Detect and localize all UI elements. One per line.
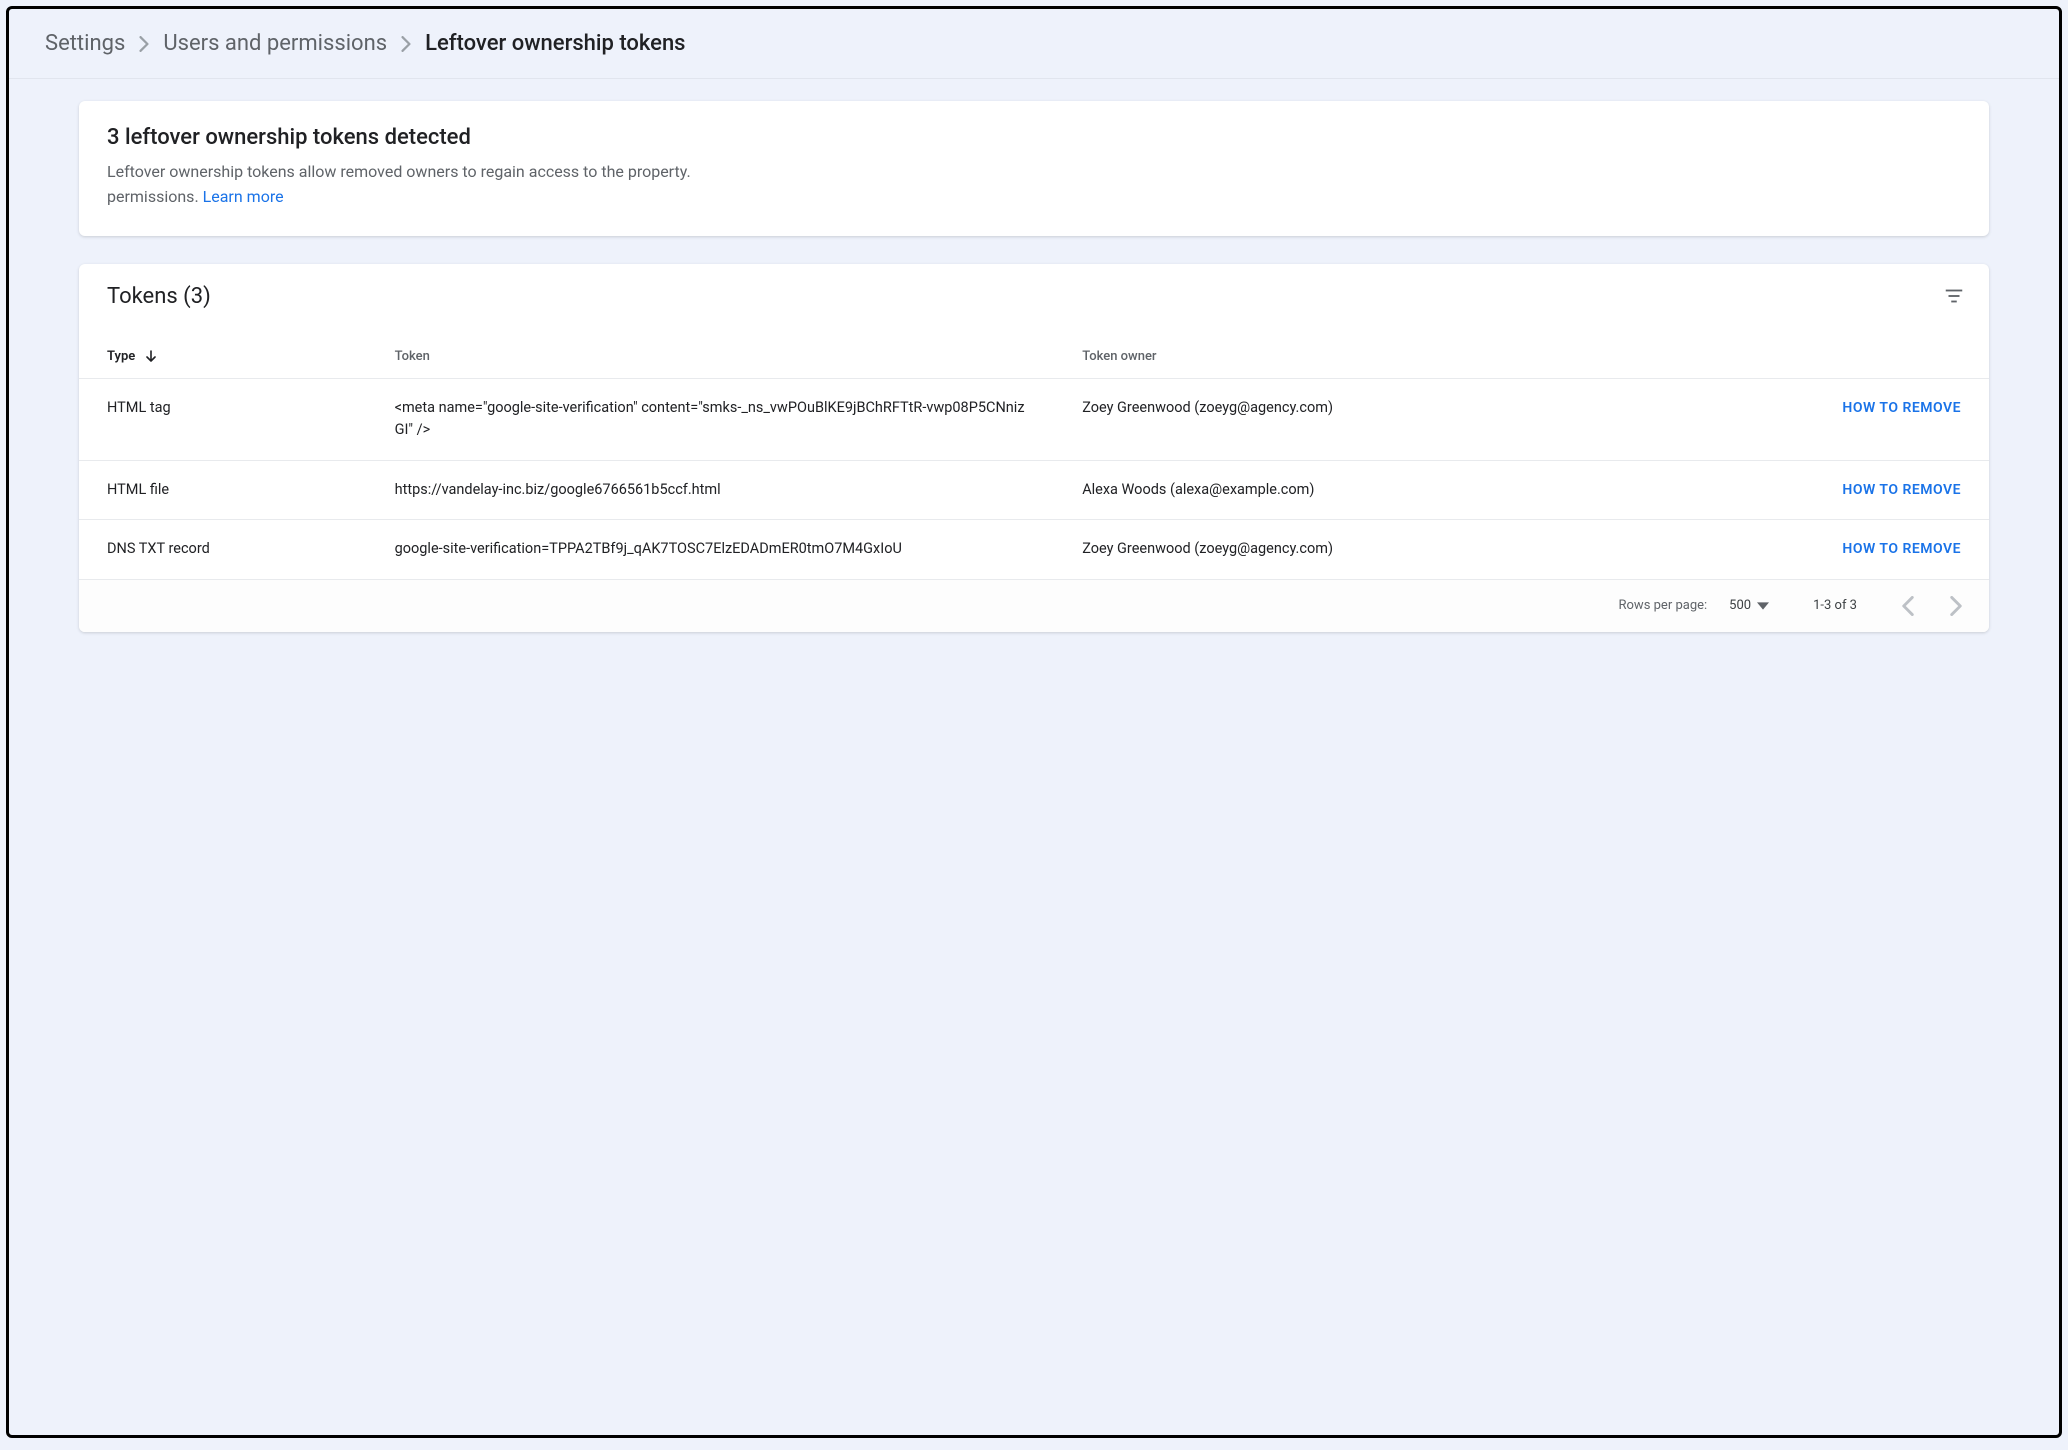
tokens-card-header: Tokens (3) xyxy=(79,264,1989,337)
arrow-down-icon xyxy=(145,350,157,362)
cell-token: google-site-verification=TPPA2TBf9j_qAK7… xyxy=(385,520,1073,580)
column-header-owner[interactable]: Token owner xyxy=(1072,337,1645,379)
pager xyxy=(1901,596,1963,616)
next-page-button[interactable] xyxy=(1949,596,1963,616)
rows-per-page: Rows per page: 500 xyxy=(1619,598,1770,613)
alert-body: Leftover ownership tokens allow removed … xyxy=(107,160,1961,210)
how-to-remove-link[interactable]: HOW TO REMOVE xyxy=(1842,400,1961,416)
table-row: DNS TXT record google-site-verification=… xyxy=(79,520,1989,580)
table-footer: Rows per page: 500 1-3 of 3 xyxy=(79,580,1989,632)
app-frame: Settings Users and permissions Leftover … xyxy=(6,6,2062,1438)
alert-title: 3 leftover ownership tokens detected xyxy=(107,125,1961,150)
learn-more-link[interactable]: Learn more xyxy=(203,187,284,206)
rows-per-page-select[interactable]: 500 xyxy=(1729,598,1769,613)
tokens-card-title: Tokens (3) xyxy=(107,284,211,309)
column-header-type-label: Type xyxy=(107,349,135,364)
alert-text-line-1: Leftover ownership tokens allow removed … xyxy=(107,162,691,181)
how-to-remove-link[interactable]: HOW TO REMOVE xyxy=(1842,482,1961,498)
rows-per-page-label: Rows per page: xyxy=(1619,598,1708,613)
prev-page-button[interactable] xyxy=(1901,596,1915,616)
cell-type: DNS TXT record xyxy=(79,520,385,580)
alert-card: 3 leftover ownership tokens detected Lef… xyxy=(79,101,1989,236)
column-header-token[interactable]: Token xyxy=(385,337,1073,379)
column-header-type[interactable]: Type xyxy=(79,337,385,379)
breadcrumb-item-users-permissions[interactable]: Users and permissions xyxy=(163,31,387,56)
breadcrumb-item-current: Leftover ownership tokens xyxy=(425,31,685,56)
dropdown-icon xyxy=(1757,600,1769,612)
cell-token: https://vandelay-inc.biz/google6766561b5… xyxy=(385,460,1073,520)
filter-icon[interactable] xyxy=(1943,285,1965,307)
page-range: 1-3 of 3 xyxy=(1813,598,1857,613)
breadcrumb: Settings Users and permissions Leftover … xyxy=(9,9,2059,79)
alert-text-line-2-prefix: permissions. xyxy=(107,187,203,206)
cell-token: <meta name="google-site-verification" co… xyxy=(385,378,1073,460)
tokens-table: Type Token Token owner HTML tag <meta n xyxy=(79,337,1989,580)
content-area: 3 leftover ownership tokens detected Lef… xyxy=(9,79,2059,1435)
cell-owner: Zoey Greenwood (zoeyg@agency.com) xyxy=(1072,520,1645,580)
cell-owner: Alexa Woods (alexa@example.com) xyxy=(1072,460,1645,520)
cell-type: HTML tag xyxy=(79,378,385,460)
breadcrumb-item-settings[interactable]: Settings xyxy=(45,31,125,56)
chevron-right-icon xyxy=(401,36,411,52)
cell-owner: Zoey Greenwood (zoeyg@agency.com) xyxy=(1072,378,1645,460)
rows-per-page-value: 500 xyxy=(1729,598,1751,613)
column-header-action xyxy=(1645,337,1989,379)
table-row: HTML tag <meta name="google-site-verific… xyxy=(79,378,1989,460)
chevron-right-icon xyxy=(139,36,149,52)
tokens-card: Tokens (3) Type xyxy=(79,264,1989,632)
how-to-remove-link[interactable]: HOW TO REMOVE xyxy=(1842,541,1961,557)
cell-type: HTML file xyxy=(79,460,385,520)
table-row: HTML file https://vandelay-inc.biz/googl… xyxy=(79,460,1989,520)
